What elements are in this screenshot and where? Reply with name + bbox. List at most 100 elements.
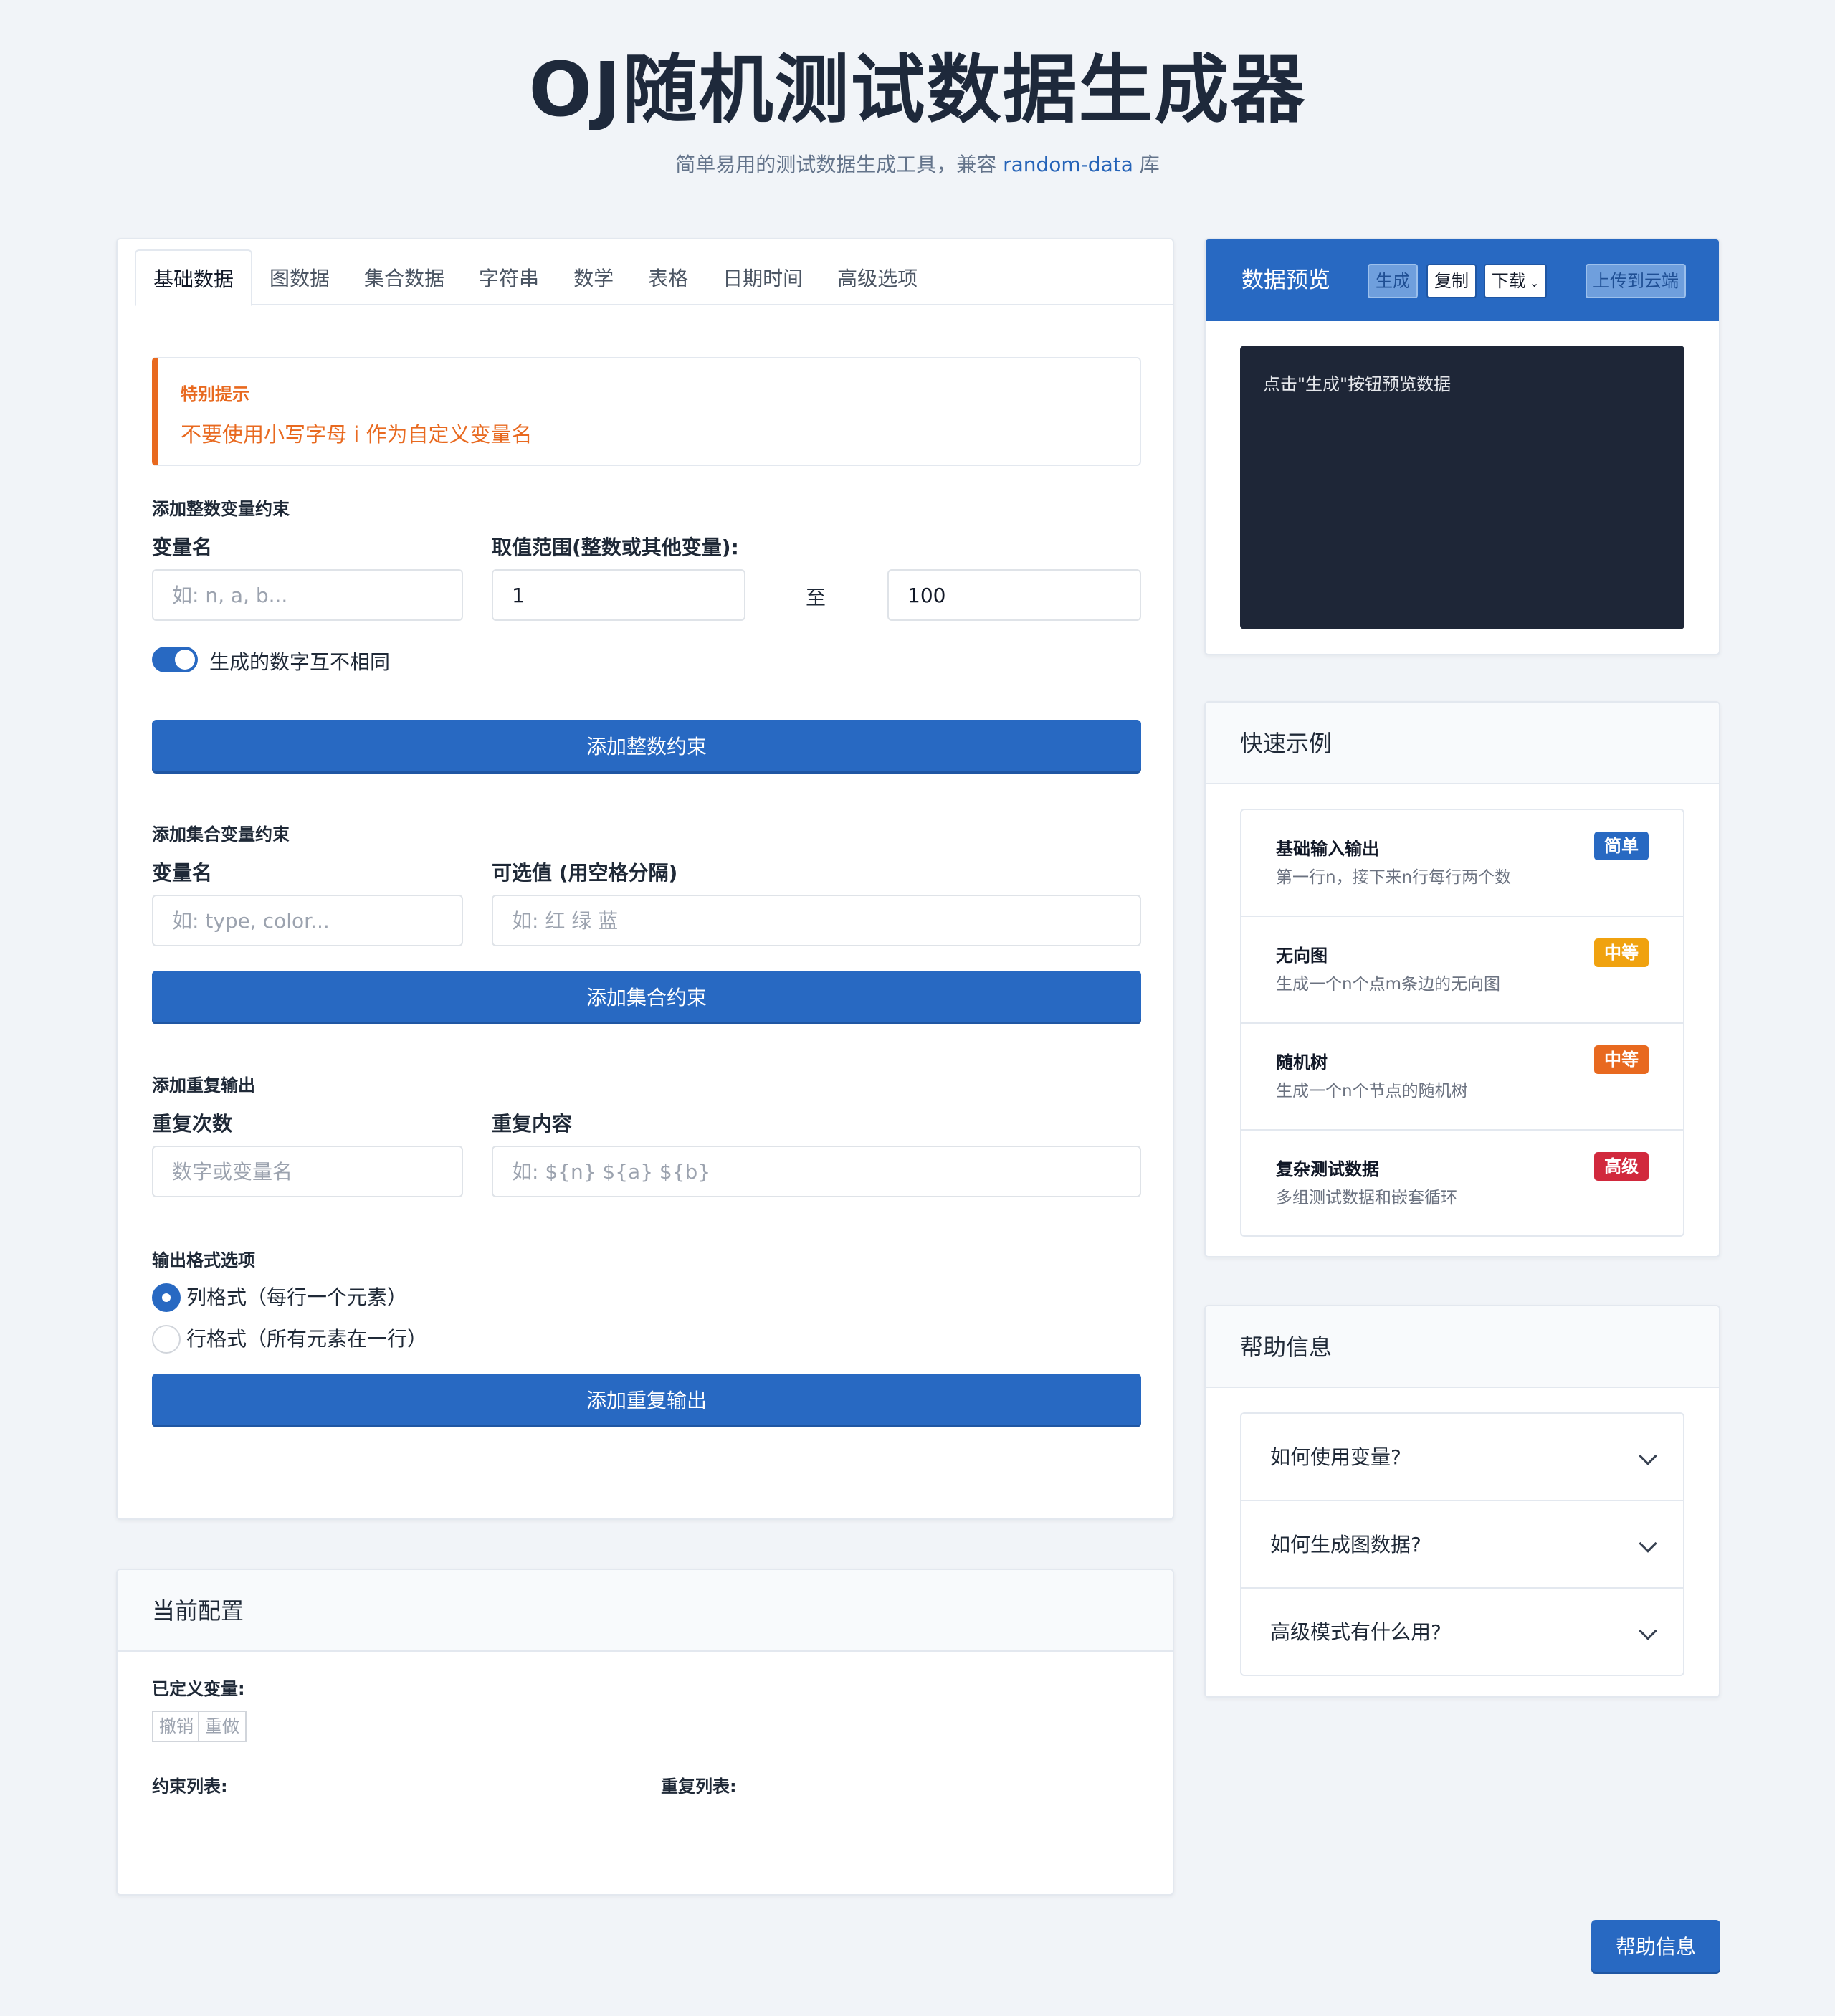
example-desc: 多组测试数据和嵌套循环 xyxy=(1276,1189,1457,1207)
notice-text: 不要使用小写字母 i 作为自定义变量名 xyxy=(181,422,533,447)
set-name-input[interactable] xyxy=(152,895,463,946)
faq-advanced-mode[interactable]: 高级模式有什么用? xyxy=(1241,1589,1683,1675)
set-values-label: 可选值 (用空格分隔) xyxy=(492,861,678,885)
example-title: 随机树 xyxy=(1276,1052,1328,1073)
set-section-title: 添加集合变量约束 xyxy=(152,824,290,845)
range-to-label: 至 xyxy=(806,586,826,609)
chevron-down-icon xyxy=(1639,1622,1657,1640)
examples-title: 快速示例 xyxy=(1240,730,1333,757)
repeat-count-label: 重复次数 xyxy=(152,1112,233,1136)
preview-placeholder: 点击"生成"按钮预览数据 xyxy=(1263,374,1452,394)
unique-toggle-label: 生成的数字互不相同 xyxy=(209,650,391,674)
faq-label: 如何生成图数据? xyxy=(1270,1533,1421,1556)
difficulty-badge: 中等 xyxy=(1594,1045,1649,1074)
copy-button[interactable]: 复制 xyxy=(1426,264,1477,298)
redo-button[interactable]: 重做 xyxy=(198,1711,247,1742)
tab-math[interactable]: 数学 xyxy=(556,249,631,305)
subtitle-suffix: 库 xyxy=(1133,153,1160,176)
int-min-input[interactable] xyxy=(492,569,745,621)
help-title: 帮助信息 xyxy=(1240,1333,1333,1361)
help-panel: 帮助信息 如何使用变量? 如何生成图数据? 高级模式有什么用? xyxy=(1204,1305,1720,1698)
example-basic-io[interactable]: 基础输入输出 第一行n，接下来n行每行两个数 简单 xyxy=(1241,810,1683,917)
download-dropdown[interactable]: 下载 ⌄ xyxy=(1484,264,1547,298)
floating-help-button[interactable]: 帮助信息 xyxy=(1591,1920,1720,1972)
faq-label: 如何使用变量? xyxy=(1270,1445,1401,1469)
toggle-knob xyxy=(175,650,195,670)
example-complex-data[interactable]: 复杂测试数据 多组测试数据和嵌套循环 高级 xyxy=(1241,1131,1683,1235)
tab-basic-data[interactable]: 基础数据 xyxy=(135,249,253,307)
add-repeat-output-button[interactable]: 添加重复输出 xyxy=(152,1374,1141,1425)
chevron-down-icon xyxy=(1639,1534,1657,1553)
example-title: 无向图 xyxy=(1276,946,1328,966)
help-accordion: 如何使用变量? 如何生成图数据? 高级模式有什么用? xyxy=(1240,1412,1684,1676)
column-format-radio[interactable] xyxy=(152,1283,181,1312)
help-header: 帮助信息 xyxy=(1206,1306,1719,1388)
random-data-link[interactable]: random-data xyxy=(1003,153,1133,176)
examples-header: 快速示例 xyxy=(1206,703,1719,784)
unique-toggle[interactable] xyxy=(152,647,198,672)
preview-title: 数据预览 xyxy=(1241,267,1330,293)
tab-string[interactable]: 字符串 xyxy=(462,249,556,305)
preview-output: 点击"生成"按钮预览数据 xyxy=(1240,346,1684,629)
example-desc: 第一行n，接下来n行每行两个数 xyxy=(1276,868,1512,887)
faq-graph-data[interactable]: 如何生成图数据? xyxy=(1241,1501,1683,1589)
download-label: 下载 xyxy=(1491,271,1526,291)
generate-button[interactable]: 生成 xyxy=(1368,264,1418,298)
warning-notice: 特别提示 不要使用小写字母 i 作为自定义变量名 xyxy=(152,357,1141,466)
set-name-label: 变量名 xyxy=(152,861,213,885)
int-range-label: 取值范围(整数或其他变量): xyxy=(492,536,739,559)
chevron-down-icon xyxy=(1639,1447,1657,1465)
difficulty-badge: 高级 xyxy=(1594,1152,1649,1181)
tab-datetime[interactable]: 日期时间 xyxy=(705,249,820,305)
example-undirected-graph[interactable]: 无向图 生成一个n个点m条边的无向图 中等 xyxy=(1241,917,1683,1024)
chevron-down-icon: ⌄ xyxy=(1525,276,1540,290)
int-name-label: 变量名 xyxy=(152,536,213,559)
example-title: 复杂测试数据 xyxy=(1276,1159,1379,1179)
difficulty-badge: 中等 xyxy=(1594,938,1649,967)
tab-set-data[interactable]: 集合数据 xyxy=(347,249,462,305)
upload-cloud-button[interactable]: 上传到云端 xyxy=(1586,264,1686,298)
example-desc: 生成一个n个节点的随机树 xyxy=(1276,1082,1468,1100)
page-subtitle: 简单易用的测试数据生成工具，兼容 random-data 库 xyxy=(0,149,1835,178)
config-header: 当前配置 xyxy=(118,1570,1173,1652)
page-header: OJ随机测试数据生成器 简单易用的测试数据生成工具，兼容 random-data… xyxy=(0,43,1835,178)
int-section-title: 添加整数变量约束 xyxy=(152,499,290,519)
subtitle-prefix: 简单易用的测试数据生成工具，兼容 xyxy=(675,153,1004,176)
faq-variables[interactable]: 如何使用变量? xyxy=(1241,1414,1683,1501)
add-set-constraint-button[interactable]: 添加集合约束 xyxy=(152,971,1141,1022)
tab-graph-data[interactable]: 图数据 xyxy=(252,249,347,305)
generator-panel: 基础数据 图数据 集合数据 字符串 数学 表格 日期时间 高级选项 特别提示 不… xyxy=(116,238,1174,1520)
repeat-section-title: 添加重复输出 xyxy=(152,1075,255,1095)
config-title: 当前配置 xyxy=(152,1597,244,1625)
tab-bar: 基础数据 图数据 集合数据 字符串 数学 表格 日期时间 高级选项 xyxy=(135,249,1173,307)
column-format-label: 列格式（每行一个元素） xyxy=(186,1285,408,1309)
data-preview-panel: 数据预览 生成 复制 下载 ⌄ 上传到云端 点击"生成"按钮预览数据 xyxy=(1204,238,1720,655)
add-int-constraint-button[interactable]: 添加整数约束 xyxy=(152,720,1141,771)
row-format-label: 行格式（所有元素在一行） xyxy=(186,1327,428,1351)
int-max-input[interactable] xyxy=(887,569,1141,621)
preview-header: 数据预览 生成 复制 下载 ⌄ 上传到云端 xyxy=(1206,239,1719,321)
repeats-list-label: 重复列表: xyxy=(661,1777,737,1797)
set-values-input[interactable] xyxy=(492,895,1141,946)
defined-vars-label: 已定义变量: xyxy=(152,1679,245,1699)
notice-title: 特别提示 xyxy=(181,384,249,404)
page-title: OJ随机测试数据生成器 xyxy=(528,46,1307,133)
example-desc: 生成一个n个点m条边的无向图 xyxy=(1276,975,1500,994)
examples-list: 基础输入输出 第一行n，接下来n行每行两个数 简单 无向图 生成一个n个点m条边… xyxy=(1240,809,1684,1237)
repeat-count-input[interactable] xyxy=(152,1146,463,1197)
constraints-list-label: 约束列表: xyxy=(152,1777,228,1797)
int-name-input[interactable] xyxy=(152,569,463,621)
example-title: 基础输入输出 xyxy=(1276,839,1379,859)
repeat-content-input[interactable] xyxy=(492,1146,1141,1197)
current-config-panel: 当前配置 已定义变量: 撤销 重做 约束列表: 重复列表: xyxy=(116,1569,1174,1896)
radio-dot xyxy=(162,1293,171,1302)
undo-button[interactable]: 撤销 xyxy=(152,1711,201,1742)
tab-table[interactable]: 表格 xyxy=(631,249,705,305)
tab-advanced[interactable]: 高级选项 xyxy=(820,249,935,305)
example-random-tree[interactable]: 随机树 生成一个n个节点的随机树 中等 xyxy=(1241,1024,1683,1131)
repeat-content-label: 重复内容 xyxy=(492,1112,573,1136)
quick-examples-panel: 快速示例 基础输入输出 第一行n，接下来n行每行两个数 简单 无向图 生成一个n… xyxy=(1204,701,1720,1257)
format-options-title: 输出格式选项 xyxy=(152,1250,255,1270)
row-format-radio[interactable] xyxy=(152,1325,181,1354)
difficulty-badge: 简单 xyxy=(1594,832,1649,860)
